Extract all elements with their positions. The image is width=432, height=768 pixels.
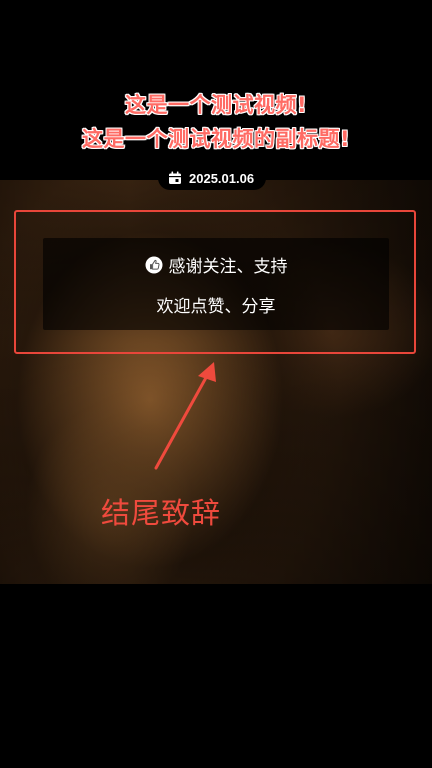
title-block: 这是一个测试视频! 这是一个测试视频的副标题! [0,88,432,156]
video-title: 这是一个测试视频! [124,93,308,117]
annotation-highlight-box [14,210,416,354]
video-screen: 这是一个测试视频! 这是一个测试视频的副标题! 2025.01.06 感谢关注、… [0,0,432,768]
annotation-arrow-icon [154,362,216,470]
annotation-label: 结尾致辞 [101,496,222,530]
date-text: 2025.01.06 [189,170,255,186]
video-subtitle: 这是一个测试视频的副标题! [81,127,351,151]
calendar-icon [169,171,181,184]
date-badge: 2025.01.06 [158,166,267,190]
